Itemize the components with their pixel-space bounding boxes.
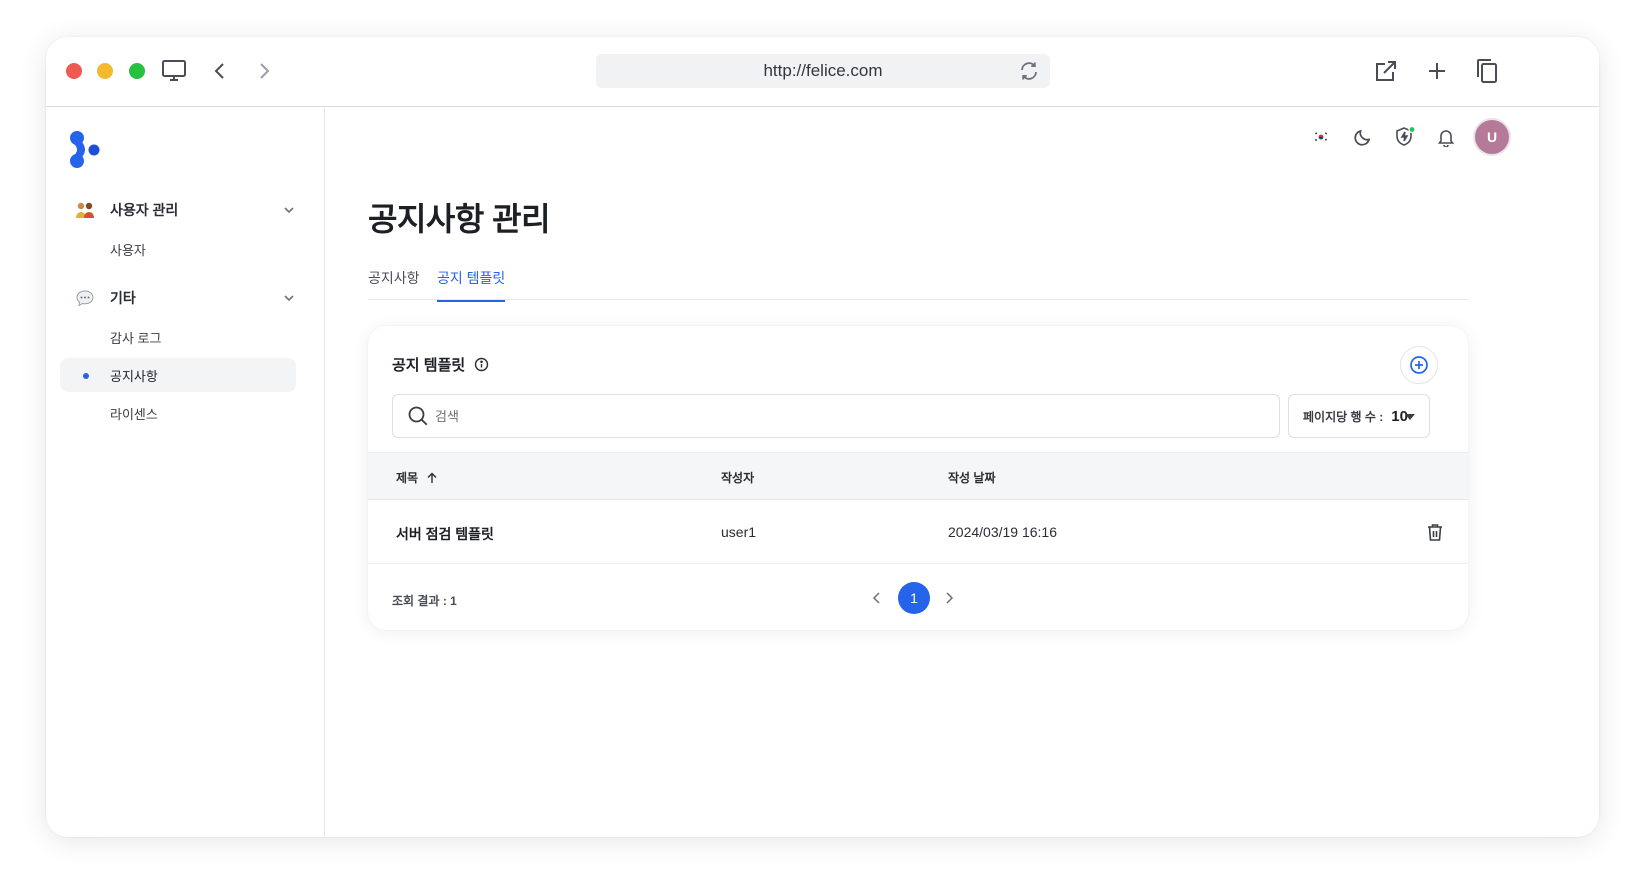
header-actions: U [46, 120, 1599, 154]
sidebar-group-label: 사용자 관리 [110, 202, 179, 218]
sidebar-item-label: 라이센스 [110, 406, 158, 422]
sidebar-item-label: 공지사항 [110, 368, 158, 384]
trash-icon[interactable] [1426, 522, 1444, 542]
sidebar-item-label: 사용자 [110, 242, 146, 258]
result-count: 조회 결과 : 1 [392, 594, 457, 608]
cell-date: 2024/03/19 16:16 [948, 524, 1057, 540]
add-template-button[interactable] [1400, 346, 1438, 384]
shield-icon[interactable] [1388, 120, 1422, 154]
sidebar-item-label: 감사 로그 [110, 330, 162, 346]
cell-title[interactable]: 서버 점검 템플릿 [396, 524, 494, 544]
chat-bubble-icon [74, 287, 96, 309]
active-indicator-dot [83, 373, 89, 379]
info-icon[interactable] [474, 357, 489, 372]
sidebar-item-users[interactable]: 사용자 [60, 232, 296, 266]
table-row[interactable]: 서버 점검 템플릿 user1 2024/03/19 16:16 [368, 500, 1468, 564]
card-title-text: 공지 템플릿 [392, 357, 466, 374]
forward-arrow-icon[interactable] [250, 57, 278, 85]
back-arrow-icon[interactable] [206, 57, 234, 85]
sidebar-group-label: 기타 [110, 290, 136, 306]
new-tab-plus-icon[interactable] [1423, 57, 1451, 85]
sidebar-item-notices[interactable]: 공지사항 [60, 358, 296, 392]
search-box [392, 394, 1280, 438]
column-header-label: 제목 [396, 471, 419, 485]
monitor-icon[interactable] [160, 57, 188, 85]
caret-down-icon [1405, 414, 1415, 420]
column-header-title[interactable]: 제목 [396, 469, 438, 486]
search-input[interactable] [435, 401, 1279, 431]
page-number-button[interactable]: 1 [898, 582, 930, 614]
prev-page-chevron-icon[interactable] [870, 590, 884, 606]
chevron-down-icon [282, 203, 296, 217]
tab-bar: 공지사항 공지 템플릿 [368, 262, 1468, 302]
bell-icon[interactable] [1429, 120, 1463, 154]
avatar[interactable]: U [1475, 120, 1509, 154]
reload-icon[interactable] [1018, 60, 1040, 82]
browser-toolbar: http://felice.com [46, 37, 1599, 107]
column-header-author[interactable]: 작성자 [721, 469, 754, 486]
open-external-icon[interactable] [1372, 57, 1400, 85]
korea-flag-icon[interactable] [1304, 120, 1338, 154]
browser-window: http://felice.com 사용자 관리 사용자 기타 감사 로그 공지… [46, 37, 1599, 837]
search-icon [407, 405, 429, 427]
rows-per-page-select[interactable]: 페이지당 행 수 : 10 [1288, 394, 1430, 438]
tab-notices[interactable]: 공지사항 [368, 268, 420, 300]
table-header: 제목 작성자 작성 날짜 [368, 452, 1468, 500]
tab-notice-templates[interactable]: 공지 템플릿 [437, 268, 506, 302]
close-window-button[interactable] [66, 63, 82, 79]
template-card: 공지 템플릿 페이지당 행 수 : 10 제목 [368, 326, 1468, 630]
sidebar-item-audit-log[interactable]: 감사 로그 [60, 320, 296, 354]
url-text: http://felice.com [763, 61, 883, 80]
page-title: 공지사항 관리 [368, 201, 551, 237]
plus-circle-icon [1410, 356, 1428, 374]
moon-icon[interactable] [1346, 120, 1380, 154]
card-title: 공지 템플릿 [392, 354, 489, 375]
sidebar-group-user-management[interactable]: 사용자 관리 [60, 193, 310, 227]
rows-per-page-label: 페이지당 행 수 : [1303, 409, 1384, 424]
sort-ascending-icon[interactable] [426, 472, 438, 484]
pagination: 1 [862, 582, 972, 614]
people-icon [74, 199, 96, 221]
address-bar[interactable]: http://felice.com [596, 54, 1050, 88]
copy-tabs-icon[interactable] [1473, 57, 1501, 85]
next-page-chevron-icon[interactable] [942, 590, 956, 606]
sidebar: 사용자 관리 사용자 기타 감사 로그 공지사항 라이센스 [46, 108, 325, 837]
cell-author: user1 [721, 524, 757, 540]
chevron-down-icon [282, 291, 296, 305]
sidebar-group-misc[interactable]: 기타 [60, 281, 310, 315]
column-header-date[interactable]: 작성 날짜 [948, 469, 996, 486]
sidebar-item-license[interactable]: 라이센스 [60, 396, 296, 430]
minimize-window-button[interactable] [97, 63, 113, 79]
maximize-window-button[interactable] [129, 63, 145, 79]
